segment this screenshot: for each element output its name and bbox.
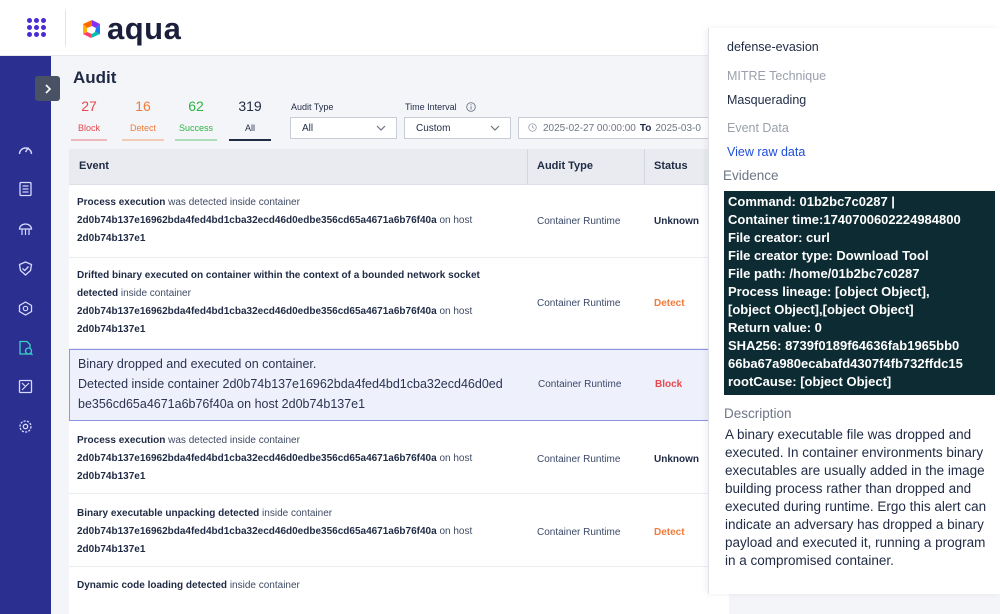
workload-cube-icon[interactable] — [17, 300, 34, 317]
time-interval-select[interactable]: Custom — [404, 117, 511, 139]
evidence-line: File creator type: Download Tool — [728, 248, 929, 263]
aqua-logo-mark-icon — [83, 20, 100, 38]
chevron-down-icon — [376, 125, 386, 131]
evidence-line: [object Object],[object Object] — [728, 302, 914, 317]
mitre-technique-label: MITRE Technique — [727, 69, 827, 83]
mitre-technique-value: Masquerading — [727, 93, 807, 107]
status-cell: Detect — [654, 298, 685, 309]
stat-success-count: 62 — [188, 98, 204, 114]
table-row-selected[interactable]: Binary dropped and executed on container… — [69, 349, 729, 421]
stat-all-count: 319 — [238, 98, 262, 114]
time-interval-value: Custom — [416, 123, 451, 134]
stat-block-label: Block — [77, 123, 100, 133]
event-data-label: Event Data — [727, 121, 789, 135]
mitre-tactic-value: defense-evasion — [727, 40, 819, 54]
evidence-line: Command: 01b2bc7c0287 | — [728, 194, 895, 209]
audit-type-cell: Container Runtime — [537, 216, 621, 227]
evidence-line: Container time:1740700602224984800 — [728, 212, 961, 227]
stat-block-tab[interactable]: 27 Block — [71, 97, 107, 141]
info-icon[interactable] — [466, 102, 476, 112]
evidence-line: File path: /home/01b2bc7c0287 — [728, 266, 920, 281]
event-details-panel: defense-evasion MITRE Technique Masquera… — [708, 28, 1000, 594]
stat-success-tab[interactable]: 62 Success — [175, 97, 217, 141]
audit-type-value: All — [302, 123, 314, 134]
evidence-line: Process lineage: [object Object], — [728, 284, 930, 299]
column-header-status[interactable]: Status — [654, 149, 688, 185]
event-text: Process execution was detected inside co… — [77, 197, 473, 244]
clipboard-list-icon[interactable] — [17, 180, 34, 197]
chevron-down-icon — [490, 125, 500, 131]
logo-text: aqua — [107, 11, 182, 46]
date-from: 2025-02-27 00:00:00 — [543, 123, 636, 134]
page-title: Audit — [73, 68, 117, 87]
description-text: A binary executable file was dropped and… — [725, 427, 987, 568]
column-header-audit-type[interactable]: Audit Type — [537, 149, 593, 185]
shield-check-icon[interactable] — [17, 260, 34, 277]
dashboard-gauge-icon[interactable] — [17, 142, 34, 159]
audit-type-cell: Container Runtime — [537, 298, 621, 309]
date-to: 2025-03-0 — [655, 123, 701, 134]
cloud-infrastructure-icon[interactable] — [17, 220, 34, 237]
audit-type-select[interactable]: All — [290, 117, 397, 139]
status-cell: Unknown — [654, 216, 699, 227]
evidence-line: Return value: 0 — [728, 320, 822, 335]
evidence-line: SHA256: 8739f0189f64636fab1965bb0 — [728, 338, 960, 353]
clock-icon — [528, 123, 537, 132]
date-range-picker[interactable]: 2025-02-27 00:00:00 To 2025-03-0 — [518, 117, 718, 139]
event-text: Drifted binary executed on container wit… — [77, 270, 480, 335]
table-row[interactable]: Process execution was detected inside co… — [69, 186, 729, 258]
status-cell: Block — [655, 379, 683, 390]
table-row[interactable]: Drifted binary executed on container wit… — [69, 259, 729, 349]
table-header: Event Audit Type Status — [69, 149, 729, 185]
audit-type-cell: Container Runtime — [538, 379, 622, 390]
sidebar — [0, 56, 51, 614]
audit-type-cell: Container Runtime — [537, 527, 621, 538]
date-to-label: To — [639, 123, 652, 134]
column-header-event[interactable]: Event — [79, 149, 109, 185]
report-chart-icon[interactable] — [17, 378, 34, 395]
evidence-label: Evidence — [723, 168, 779, 183]
time-interval-label: Time Interval — [405, 102, 457, 112]
evidence-box: Command: 01b2bc7c0287 | Container time:17… — [724, 191, 995, 395]
audit-type-cell: Container Runtime — [537, 454, 621, 465]
stat-success-label: Success — [178, 123, 213, 133]
stat-all-tab[interactable]: 319 All — [229, 97, 271, 141]
table-row[interactable]: Dynamic code loading detected inside con… — [69, 568, 729, 614]
table-row[interactable]: Process execution was detected inside co… — [69, 422, 729, 494]
evidence-line: File creator: curl — [728, 230, 830, 245]
event-text: Binary executable unpacking detected ins… — [77, 508, 473, 555]
stat-detect-tab[interactable]: 16 Detect — [122, 97, 164, 141]
apps-grid-icon[interactable] — [27, 18, 47, 38]
stat-detect-count: 16 — [135, 98, 151, 114]
stat-all-label: All — [244, 123, 255, 133]
audit-table: Event Audit Type Status Process executio… — [69, 149, 729, 614]
audit-type-label: Audit Type — [291, 102, 334, 112]
app-window: aqua Audit 27 Block 16 Detect 62 Success… — [0, 0, 1000, 614]
stat-block-count: 27 — [81, 98, 97, 114]
expand-sidebar-button[interactable] — [35, 76, 60, 101]
evidence-line: rootCause: [object Object] — [728, 374, 892, 389]
chevron-right-icon — [44, 83, 51, 94]
event-text: Binary dropped and executed on container… — [78, 357, 503, 411]
table-row[interactable]: Binary executable unpacking detected ins… — [69, 495, 729, 567]
runtime-audit-icon[interactable] — [17, 339, 34, 356]
settings-gear-icon[interactable] — [17, 418, 34, 435]
status-cell: Detect — [654, 527, 685, 538]
aqua-logo[interactable]: aqua — [80, 11, 182, 46]
evidence-line: 66ba67a980ecabafd4307f4fb732ffdc15 — [728, 356, 963, 371]
event-text: Process execution was detected inside co… — [77, 435, 473, 482]
view-raw-data-link[interactable]: View raw data — [727, 145, 805, 159]
status-cell: Unknown — [654, 454, 699, 465]
event-text: Dynamic code loading detected inside con… — [77, 580, 300, 591]
stat-detect-label: Detect — [129, 123, 156, 133]
divider — [65, 10, 66, 46]
description-label: Description — [724, 406, 792, 421]
